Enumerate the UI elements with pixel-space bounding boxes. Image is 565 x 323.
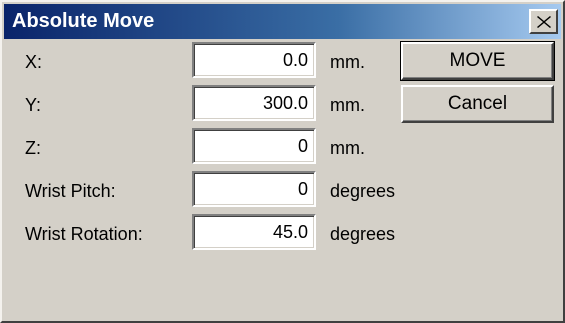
y-input[interactable] <box>192 85 316 121</box>
z-input[interactable] <box>192 128 316 164</box>
x-label: X: <box>25 52 43 72</box>
close-icon <box>536 15 551 28</box>
wrist-pitch-label: Wrist Pitch: <box>25 181 116 201</box>
move-button[interactable]: MOVE <box>400 41 555 81</box>
cancel-button[interactable]: Cancel <box>401 85 554 123</box>
wrist-rotation-label: Wrist Rotation: <box>25 224 143 244</box>
x-input[interactable] <box>192 42 316 78</box>
y-unit: mm. <box>330 95 365 115</box>
wrist-pitch-input[interactable] <box>192 171 316 207</box>
title-bar[interactable]: Absolute Move <box>4 4 561 39</box>
wrist-pitch-unit: degrees <box>330 181 396 201</box>
wrist-rotation-unit: degrees <box>330 224 396 244</box>
close-button[interactable] <box>529 9 558 34</box>
y-label: Y: <box>25 95 42 115</box>
z-unit: mm. <box>330 138 365 158</box>
dialog-title: Absolute Move <box>12 10 155 32</box>
x-unit: mm. <box>330 52 365 72</box>
z-label: Z: <box>25 138 41 158</box>
absolute-move-dialog: Absolute Move X: mm. Y: mm. Z: mm. Wrist… <box>0 0 565 323</box>
wrist-rotation-input[interactable] <box>192 214 316 250</box>
